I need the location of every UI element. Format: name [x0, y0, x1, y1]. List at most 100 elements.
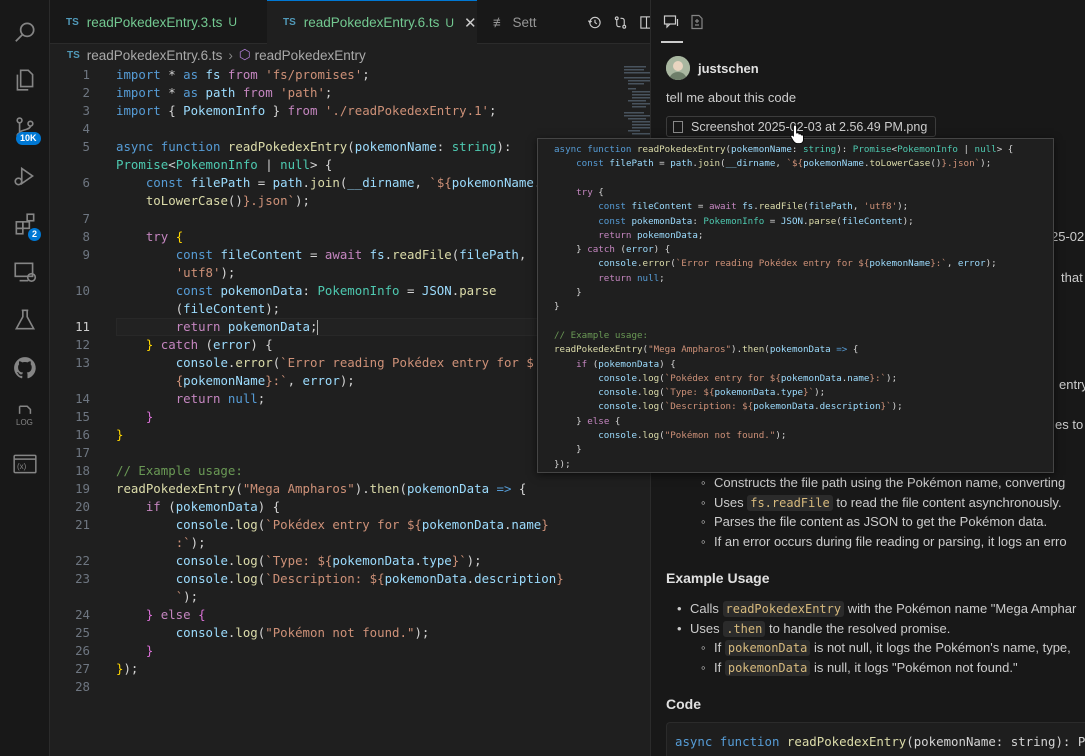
code-line[interactable]: 24 } else { — [50, 606, 610, 624]
code-line[interactable]: 2 import * as path from 'path'; — [50, 84, 610, 102]
code-line[interactable]: 1 import * as fs from 'fs/promises'; — [50, 66, 610, 84]
code-line[interactable]: 4 — [50, 120, 610, 138]
code-line[interactable]: 6 const filePath = path.join(__dirname, … — [50, 174, 610, 192]
code-token: const — [576, 158, 610, 170]
code-line[interactable]: toLowerCase()}.json`); — [50, 192, 610, 210]
code-token: ); — [775, 430, 787, 441]
code-block[interactable]: async function readPokedexEntry(pokemonN… — [666, 722, 1085, 756]
code-line[interactable]: (fileContent); — [50, 300, 610, 318]
code-line[interactable]: 'utf8'); — [50, 264, 610, 282]
code-token: ); — [466, 553, 482, 568]
breadcrumb-symbol[interactable]: readPokedexEntry — [255, 48, 366, 63]
extensions-icon[interactable]: 2 — [0, 202, 50, 246]
close-icon[interactable]: ✕ — [464, 14, 477, 32]
code-line[interactable]: 21 console.log(`Pokédex entry for ${poke… — [50, 516, 610, 534]
code-line[interactable]: 13 console.error(`Error reading Pokédex … — [50, 354, 610, 372]
code-token: pokemonName — [451, 175, 534, 190]
code-token: `Type: ${ — [265, 553, 333, 568]
code-line[interactable]: 25 console.log("Pokémon not found."); — [50, 624, 610, 642]
code-token: ); — [886, 372, 898, 384]
github-icon[interactable] — [0, 346, 50, 390]
code-token: ) { — [257, 499, 281, 514]
code-line[interactable]: 26 } — [50, 642, 610, 660]
code-line[interactable]: 15 } — [50, 408, 610, 426]
code-line[interactable]: 8 try { — [50, 228, 610, 246]
code-token: > { — [309, 157, 333, 172]
code-token: try — [576, 186, 599, 198]
active-tab-indicator — [661, 41, 683, 43]
compare-changes-icon[interactable] — [612, 14, 628, 30]
code-line[interactable]: 12 } catch (error) { — [50, 336, 610, 354]
code-token: ( — [399, 481, 407, 496]
screenshot-hover-preview: async function readPokedexEntry(pokemonN… — [537, 138, 1054, 473]
code-token: pokemonData — [769, 344, 837, 356]
code-line[interactable]: 19 readPokedexEntry("Mega Ampharos").then… — [50, 480, 610, 498]
code-token: pokemonData — [598, 358, 660, 370]
code-token: ): — [836, 144, 853, 155]
code-token: { — [168, 103, 184, 118]
chat-icon[interactable] — [663, 14, 681, 32]
code-token: readPokedexEntry — [786, 734, 907, 749]
preview-code-line: }); — [554, 458, 571, 472]
edits-icon[interactable] — [689, 14, 707, 32]
source-control-icon[interactable]: 10K — [0, 106, 50, 150]
code-token: fileContent — [631, 201, 698, 213]
code-token: if — [145, 499, 169, 514]
code-line[interactable]: {pokemonName}:`, error); — [50, 372, 610, 390]
code-token: pokemonData — [220, 283, 303, 298]
code-line[interactable]: 10 const pokemonData: PokemonInfo = JSON… — [50, 282, 610, 300]
code-line[interactable]: 5 async function readPokedexEntry(pokemon… — [50, 138, 610, 156]
code-line[interactable]: 7 — [50, 210, 610, 228]
code-token: `Error reading Pokédex entry for ${ — [675, 258, 870, 270]
preview-code-line: readPokedexEntry("Mega Ampharos").then(p… — [554, 343, 858, 357]
explorer-icon[interactable] — [0, 58, 50, 102]
response-bullet: If pokemonData is not null, it logs the … — [701, 640, 1071, 656]
response-bullet: If an error occurs during file reading o… — [701, 534, 1067, 549]
code-line[interactable]: `); — [50, 588, 610, 606]
code-line[interactable]: 28 — [50, 678, 610, 696]
code-token: await — [324, 247, 370, 262]
remote-explorer-icon[interactable] — [0, 250, 50, 294]
code-token: async function — [675, 734, 787, 749]
code-token: { — [518, 481, 527, 496]
code-token: PokemonInfo — [897, 144, 964, 155]
preview-code-line: console.log(`Pokédex entry for ${pokemon… — [554, 372, 897, 386]
variables-icon[interactable]: (x) — [0, 442, 50, 486]
code-token: description — [474, 571, 557, 586]
code-line[interactable]: 3 import { PokemonInfo } from './readPoke… — [50, 102, 610, 120]
log-icon[interactable]: LOG — [0, 394, 50, 438]
run-debug-icon[interactable] — [0, 154, 50, 198]
code-line[interactable]: :`); — [50, 534, 610, 552]
breadcrumb-file[interactable]: readPokedexEntry.6.ts — [87, 48, 223, 63]
line-number: 7 — [82, 211, 90, 226]
code-token: ); — [339, 373, 355, 388]
line-number: 3 — [82, 103, 90, 118]
code-token: error — [235, 355, 273, 370]
testing-icon[interactable] — [0, 298, 50, 342]
code-line[interactable]: 22 console.log(`Type: ${pokemonData.type… — [50, 552, 610, 570]
code-line[interactable]: 27}); — [50, 660, 610, 678]
line-number: 17 — [75, 445, 90, 460]
code-line[interactable]: 9 const fileContent = await fs.readFile(… — [50, 246, 610, 264]
line-number: 8 — [82, 229, 90, 244]
tab-readpokedexentry-6[interactable]: TS readPokedexEntry.6.ts U ✕ — [267, 0, 477, 44]
code-line[interactable]: 23 console.log(`Description: ${pokemonDa… — [50, 570, 610, 588]
code-line[interactable]: 16} — [50, 426, 610, 444]
code-line[interactable]: 17 — [50, 444, 610, 462]
code-line[interactable]: Promise<PokemonInfo | null> { — [50, 156, 610, 174]
search-icon[interactable] — [0, 10, 50, 54]
tab-settings[interactable]: ≢ Sett — [477, 0, 537, 44]
code-line[interactable]: 14 return null; — [50, 390, 610, 408]
code-token: }:` — [930, 258, 947, 270]
code-line[interactable]: 18 // Example usage: — [50, 462, 610, 480]
history-icon[interactable] — [586, 14, 602, 30]
code-line[interactable]: 11 return pokemonData; — [50, 318, 610, 336]
code-line[interactable]: 20 if (pokemonData) { — [50, 498, 610, 516]
tab-readpokedexentry-3[interactable]: TS readPokedexEntry.3.ts U — [50, 0, 267, 44]
code-token: ); — [265, 301, 281, 316]
code-token: : — [791, 144, 803, 155]
preview-code-line: return null; — [554, 272, 664, 286]
code-token: , — [287, 373, 303, 388]
code-token: error — [213, 337, 251, 352]
